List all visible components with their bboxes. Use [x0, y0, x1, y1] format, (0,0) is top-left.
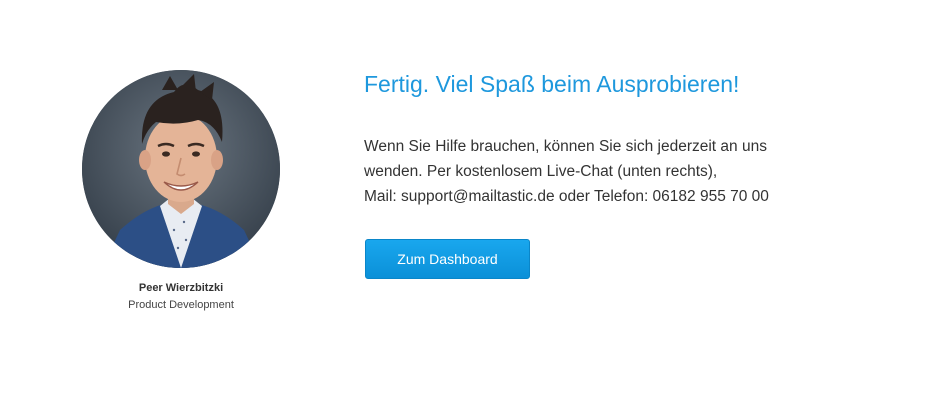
- help-message-line: Wenn Sie Hilfe brauchen, können Sie sich…: [364, 138, 767, 155]
- dashboard-button[interactable]: Zum Dashboard: [365, 239, 530, 279]
- person-role: Product Development: [128, 299, 234, 311]
- help-message-line: wenden. Per kostenlosem Live-Chat (unten…: [364, 163, 718, 180]
- help-message-line: Mail: support@mailtastic.de oder Telefon…: [364, 188, 769, 205]
- page-title: Fertig. Viel Spaß beim Ausprobieren!: [364, 71, 740, 97]
- person-name: Peer Wierzbitzki: [138, 282, 224, 294]
- help-message: Wenn Sie Hilfe brauchen, können Sie sich…: [364, 134, 884, 209]
- profile-photo: [82, 70, 280, 268]
